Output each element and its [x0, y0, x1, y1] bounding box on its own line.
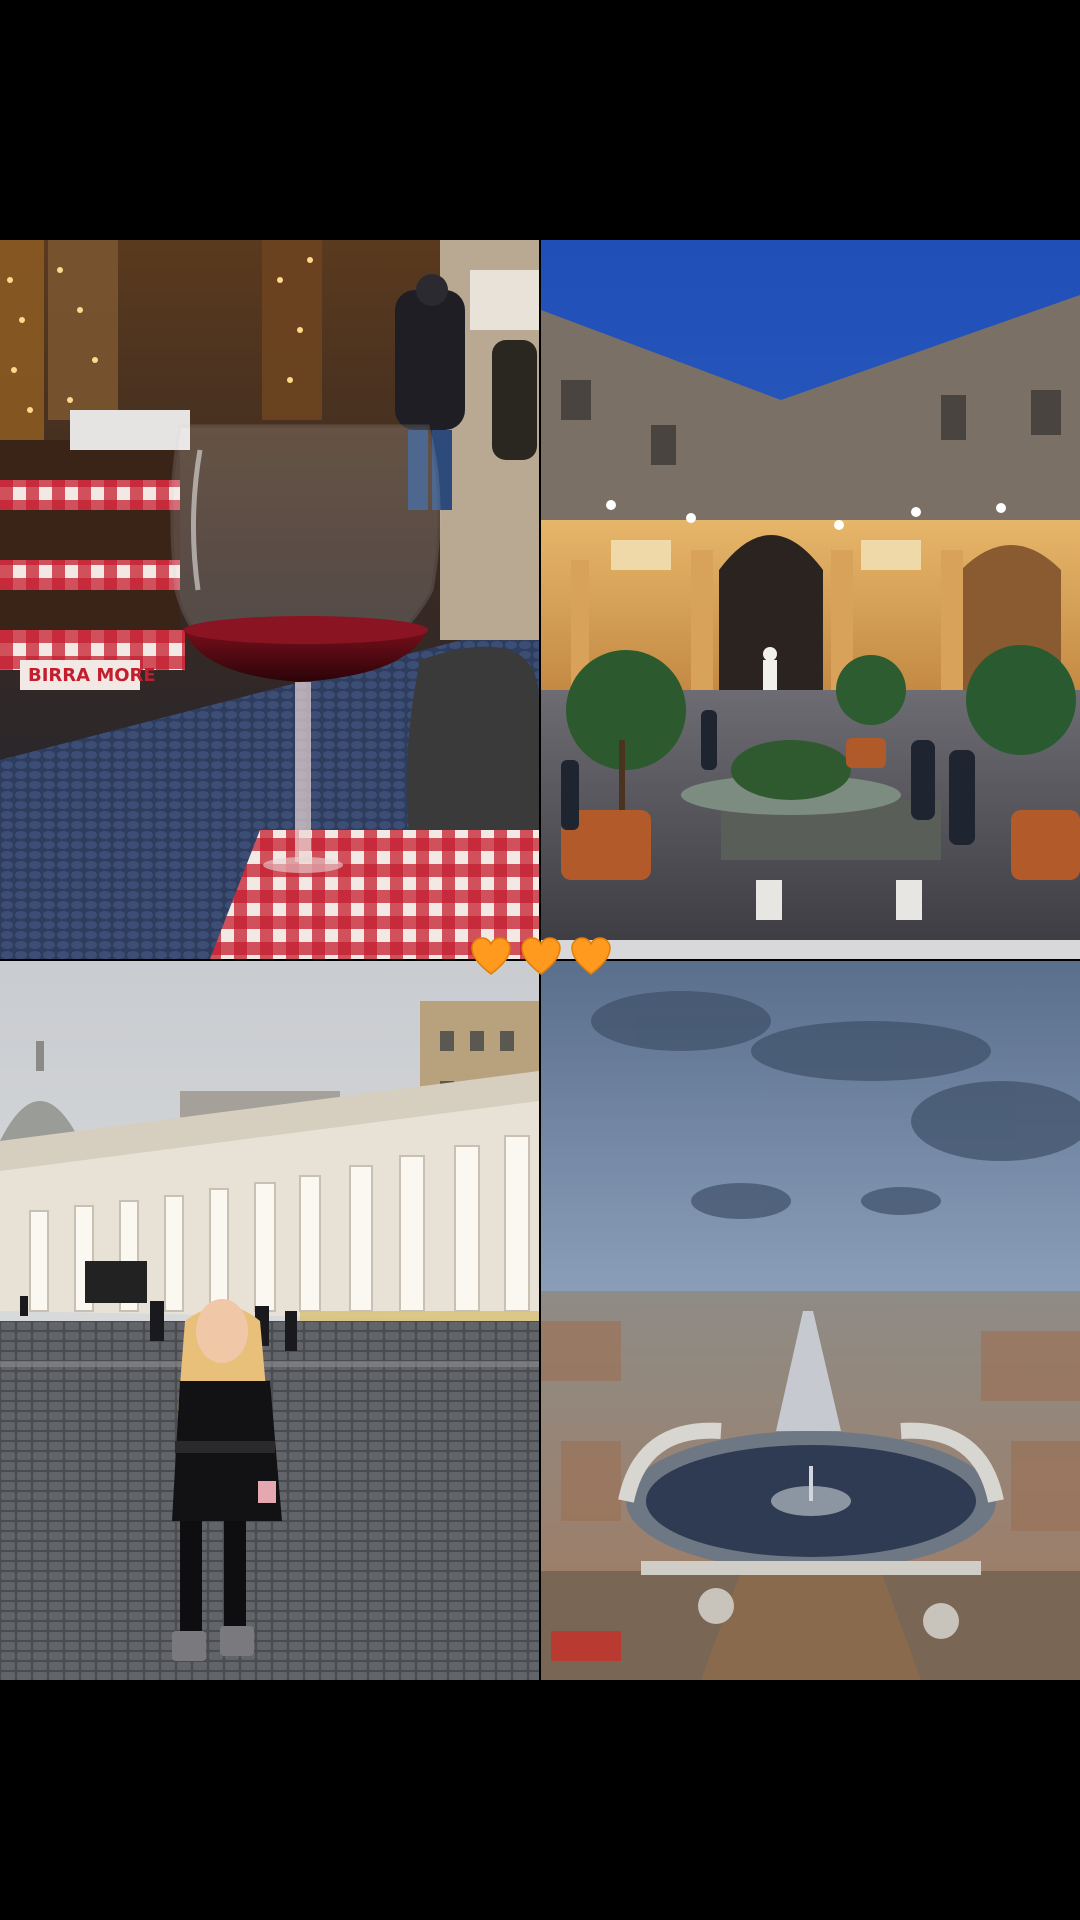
photo-wine-glass-cafe: BIRRA MORE: [0, 240, 539, 959]
orange-heart-icon: [471, 937, 511, 975]
photo-aerial-st-peters: [541, 961, 1080, 1680]
cafe-sign: BIRRA MORE: [28, 665, 156, 686]
photo-st-peters-square-portrait: [0, 961, 539, 1680]
orange-heart-icon: [521, 937, 561, 975]
heart-sticker-row: [470, 936, 612, 980]
orange-heart-icon: [571, 937, 611, 975]
photo-vatican-courtyard: [541, 240, 1080, 959]
